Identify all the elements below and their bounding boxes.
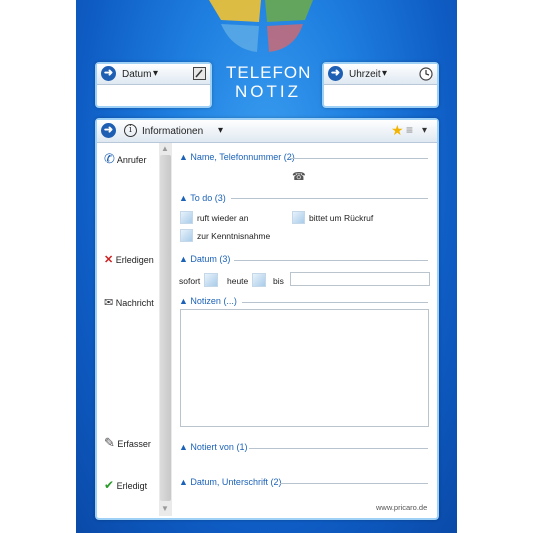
divider [249,448,428,449]
scrollbar-thumb[interactable] [160,155,171,501]
section-notiert-von-title[interactable]: ▲ Notiert von (1) [179,442,247,452]
sidebar-item-label: Anrufer [116,155,147,165]
sidebar-item-label: Erledigt [116,481,148,491]
divider [231,198,428,199]
menu-icon[interactable]: ≡ [406,123,413,137]
logo-title-line2: NOTIZ [235,82,301,101]
envelope-icon: ✉ [104,297,114,309]
clock-icon [419,67,433,81]
chevron-down-icon[interactable]: ▾ [218,125,223,136]
time-box[interactable]: ➜ Uhrzeit ▾ [322,62,439,108]
sidebar-item-erledigen: ✕ Erledigen [104,253,154,266]
section-unterschrift-title[interactable]: ▲ Datum, Unterschrift (2) [179,477,281,487]
section-name-title[interactable]: ▲ Name, Telefonnummer (2) [179,152,295,162]
sidebar-item-anrufer: ✆ Anrufer [104,151,146,167]
sidebar: ✆ Anrufer ✕ Erledigen ✉ Nachricht ✎ Erfa… [97,143,159,516]
sidebar-item-nachricht: ✉ Nachricht [104,296,154,309]
calendar-icon [193,67,206,80]
heute-label: heute [227,276,249,286]
checkbox-sofort[interactable] [204,273,218,287]
pencil-icon: ✎ [104,435,115,450]
logo-graphic [209,0,313,52]
divider [290,158,428,159]
cross-icon: ✕ [104,254,114,266]
todo-option-label: ruft wieder an [197,213,249,223]
sidebar-item-label: Erfasser [117,439,151,449]
notes-textarea[interactable] [180,309,429,427]
sidebar-item-erledigt: ✔ Erledigt [104,478,147,492]
info-panel-title: Informationen [142,126,204,137]
date-box-header: ➜ Datum ▾ [97,64,210,85]
sidebar-item-label: Erledigen [115,255,154,265]
checkbox-heute[interactable] [252,273,266,287]
date-box-label: Datum [122,69,152,80]
phone-handset-icon: ✆ [104,151,115,166]
bis-date-field[interactable] [290,272,430,286]
checkbox-zur-kenntnisnahme[interactable] [180,229,193,242]
section-notizen-title[interactable]: ▲ Notizen (...) [179,296,237,306]
info-panel-header: ➜ i Informationen ▾ ★ ≡ ▾ [97,120,437,143]
time-box-label: Uhrzeit [349,69,381,80]
todo-option-label: bittet um Rückruf [309,213,374,223]
checkbox-ruft-wieder-an[interactable] [180,211,193,224]
sidebar-item-label: Nachricht [115,298,154,308]
bis-label: bis [273,276,284,286]
scroll-down-arrow-icon[interactable]: ▼ [161,504,169,513]
divider [280,483,428,484]
scrollbar[interactable]: ▲ ▼ [159,143,172,516]
arrow-right-icon[interactable]: ➜ [328,66,343,81]
checkmark-icon: ✔ [104,478,115,492]
chevron-down-icon[interactable]: ▾ [422,125,427,136]
section-datum-title[interactable]: ▲ Datum (3) [179,254,230,264]
chevron-down-icon[interactable]: ▾ [153,68,158,79]
divider [234,260,428,261]
todo-option-label: zur Kenntnisnahme [197,231,271,241]
scroll-up-arrow-icon[interactable]: ▲ [161,144,169,153]
chevron-down-icon[interactable]: ▾ [382,68,387,79]
divider [242,302,428,303]
arrow-right-icon[interactable]: ➜ [101,123,116,138]
footer-website: www.pricaro.de [376,503,428,512]
time-box-header: ➜ Uhrzeit ▾ [324,64,437,85]
phone-icon: ☎ [292,171,306,183]
checkbox-bittet-um-rueckruf[interactable] [292,211,305,224]
logo-title-line1: TELEFON [226,63,312,82]
notepad-sheet: TELEFON NOTIZ ➜ Datum ▾ ➜ Uhrzeit ▾ ➜ i … [76,0,457,533]
info-panel: ➜ i Informationen ▾ ★ ≡ ▾ ✆ Anrufer ✕ Er… [95,118,439,520]
sofort-label: sofort [179,276,201,286]
sidebar-item-erfasser: ✎ Erfasser [104,435,151,451]
arrow-right-icon[interactable]: ➜ [101,66,116,81]
section-todo-title[interactable]: ▲ To do (3) [179,193,226,203]
info-icon: i [124,124,137,137]
date-box[interactable]: ➜ Datum ▾ [95,62,212,108]
star-icon[interactable]: ★ [391,122,404,139]
